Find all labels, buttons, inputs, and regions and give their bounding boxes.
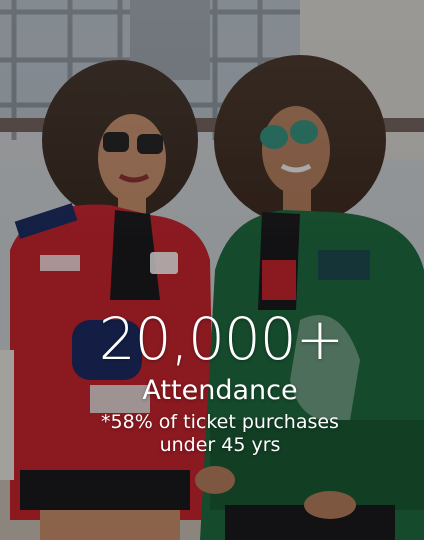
ticket-note-line-1: *58% of ticket purchases bbox=[101, 411, 339, 433]
attendance-number: 20,000+ bbox=[98, 305, 345, 373]
attendance-label: Attendance bbox=[142, 375, 298, 406]
stat-block: 20,000+ Attendance *58% of ticket purcha… bbox=[0, 306, 424, 457]
ticket-note-line-2: under 45 yrs bbox=[159, 434, 281, 456]
dark-overlay bbox=[0, 0, 424, 540]
attendance-stat-card: 20,000+ Attendance *58% of ticket purcha… bbox=[0, 0, 424, 540]
ticket-note: *58% of ticket purchases under 45 yrs bbox=[44, 411, 380, 457]
